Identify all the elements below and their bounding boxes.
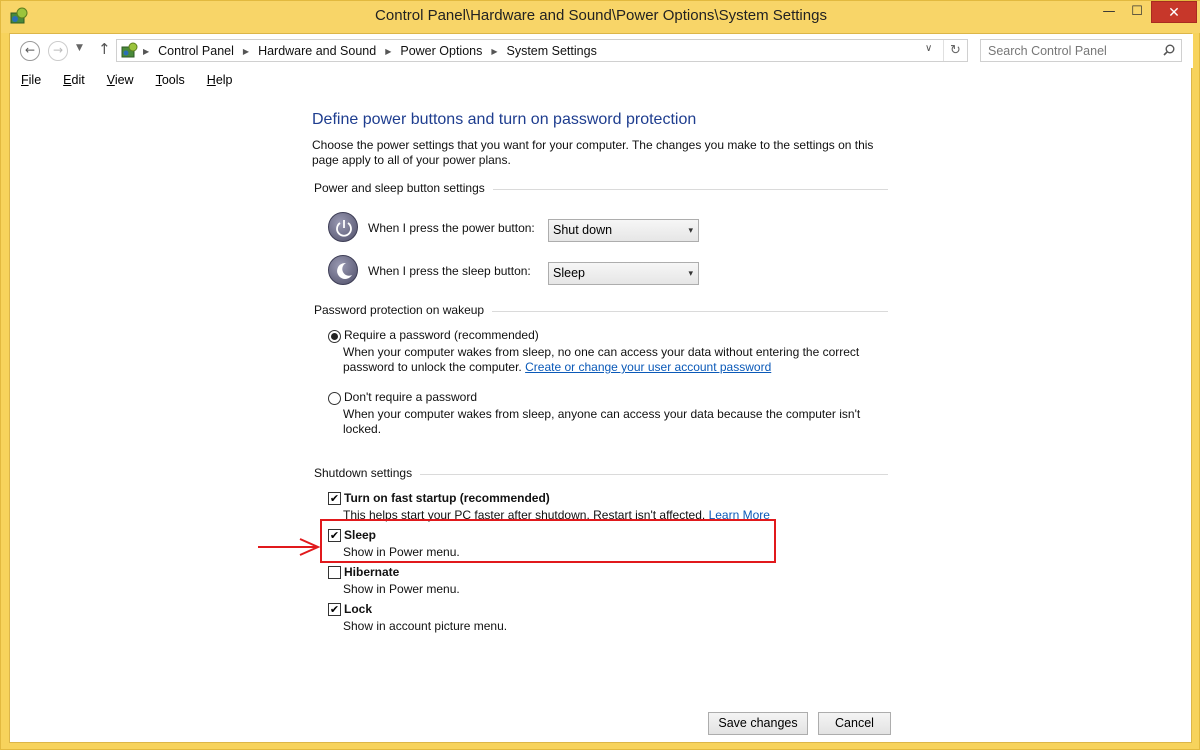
fast-startup-checkbox[interactable]: ✔ — [328, 492, 341, 505]
chevron-down-icon: ▾ — [688, 268, 693, 278]
breadcrumb-control-panel[interactable]: Control Panel — [158, 44, 234, 58]
navigation-bar: ← → ▼ ↑ ▶ Control Panel ▶ Hardware and S… — [10, 34, 1193, 68]
menu-tools[interactable]: Tools — [145, 70, 196, 92]
power-button-label: When I press the power button: — [368, 221, 535, 235]
require-password-desc-prefix: password to unlock the computer. — [343, 360, 526, 374]
require-password-label[interactable]: Require a password (recommended) — [344, 328, 539, 342]
power-symbol-icon — [336, 220, 352, 237]
annotation-arrow-icon — [258, 538, 321, 556]
forward-button[interactable]: → — [48, 41, 68, 61]
chevron-down-icon: ▾ — [688, 225, 693, 235]
window-frame: Control Panel\Hardware and Sound\Power O… — [0, 0, 1200, 750]
minimize-button[interactable]: — — [1095, 1, 1123, 23]
section-password: Password protection on wakeup — [314, 303, 888, 319]
breadcrumb-hardware-and-sound[interactable]: Hardware and Sound — [258, 44, 376, 58]
main-content: Define power buttons and turn on passwor… — [10, 92, 1193, 744]
dont-require-password-radio[interactable] — [328, 392, 341, 405]
require-password-radio[interactable] — [328, 330, 341, 343]
change-password-link[interactable]: Create or change your user account passw… — [525, 360, 771, 374]
chevron-right-icon[interactable]: ▶ — [491, 47, 497, 56]
menu-edit-mnemonic: E — [63, 73, 72, 87]
close-button[interactable]: ✕ — [1151, 1, 1197, 23]
menu-help-mnemonic: H — [206, 73, 216, 87]
menu-file-mnemonic: F — [21, 73, 29, 87]
menu-tools-label: ools — [161, 73, 185, 87]
save-changes-button[interactable]: Save changes — [708, 712, 808, 735]
menu-edit[interactable]: Edit — [52, 70, 96, 92]
hibernate-checkbox[interactable] — [328, 566, 341, 579]
menu-file-label: ile — [28, 73, 42, 87]
section-power-buttons: Power and sleep button settings — [314, 181, 888, 197]
lock-checkbox[interactable]: ✔ — [328, 603, 341, 616]
section-heading: Shutdown settings — [314, 466, 421, 480]
hibernate-option-description: Show in Power menu. — [343, 582, 460, 596]
highlight-annotation-box — [320, 519, 776, 563]
menu-bar: File Edit View Tools Help — [10, 70, 1193, 92]
dont-require-password-description: When your computer wakes from sleep, any… — [343, 407, 861, 436]
breadcrumb-power-options[interactable]: Power Options — [400, 44, 482, 58]
sleep-button-select[interactable]: Sleep ▾ — [548, 262, 699, 285]
search-input[interactable]: Search Control Panel — [980, 39, 1182, 62]
chevron-right-icon[interactable]: ▶ — [143, 47, 149, 56]
search-icon[interactable] — [1163, 44, 1175, 56]
cancel-button[interactable]: Cancel — [818, 712, 891, 735]
menu-help[interactable]: Help — [196, 70, 244, 92]
client-area: ← → ▼ ↑ ▶ Control Panel ▶ Hardware and S… — [9, 33, 1193, 744]
up-button[interactable]: ↑ — [98, 40, 111, 58]
hibernate-option-label[interactable]: Hibernate — [344, 565, 399, 579]
require-password-desc-line: When your computer wakes from sleep, no … — [343, 345, 860, 359]
sleep-button-label: When I press the sleep button: — [368, 264, 531, 278]
sleep-button-value: Sleep — [553, 266, 585, 280]
menu-file[interactable]: File — [10, 70, 52, 92]
lock-option-label[interactable]: Lock — [344, 602, 372, 616]
chevron-right-icon[interactable]: ▶ — [385, 47, 391, 56]
refresh-button[interactable]: ↻ — [943, 40, 967, 61]
menu-view-label: iew — [114, 73, 134, 87]
menu-view[interactable]: View — [96, 70, 145, 92]
window-title: Control Panel\Hardware and Sound\Power O… — [375, 7, 827, 24]
moon-icon — [337, 262, 352, 279]
page-description: Choose the power settings that you want … — [312, 138, 874, 167]
address-dropdown-button[interactable]: ∨ — [925, 43, 932, 54]
power-button-value: Shut down — [553, 223, 613, 237]
address-bar[interactable]: ▶ Control Panel ▶ Hardware and Sound ▶ P… — [116, 39, 968, 62]
section-shutdown: Shutdown settings — [314, 466, 888, 482]
maximize-button[interactable]: ☐ — [1123, 1, 1151, 23]
breadcrumb-system-settings[interactable]: System Settings — [507, 44, 597, 58]
menu-view-mnemonic: V — [106, 73, 115, 87]
section-heading: Password protection on wakeup — [314, 303, 493, 317]
menu-help-label: elp — [215, 73, 233, 87]
search-placeholder: Search Control Panel — [988, 44, 1107, 58]
sleep-button-icon — [328, 255, 358, 285]
require-password-description: When your computer wakes from sleep, no … — [343, 345, 873, 375]
power-button-select[interactable]: Shut down ▾ — [548, 219, 699, 242]
recent-locations-button[interactable]: ▼ — [76, 43, 83, 53]
menu-edit-label: dit — [71, 73, 85, 87]
dont-require-password-label[interactable]: Don't require a password — [344, 390, 477, 404]
breadcrumb: ▶ Control Panel ▶ Hardware and Sound ▶ P… — [143, 44, 597, 58]
chevron-right-icon[interactable]: ▶ — [243, 47, 249, 56]
page-title: Define power buttons and turn on passwor… — [312, 111, 697, 128]
control-panel-icon — [121, 42, 138, 58]
fast-startup-label[interactable]: Turn on fast startup (recommended) — [344, 491, 550, 505]
require-password-desc-line2: password to unlock the computer. Create … — [343, 360, 873, 375]
back-button[interactable]: ← — [20, 41, 40, 61]
lock-option-description: Show in account picture menu. — [343, 619, 508, 633]
power-button-icon — [328, 212, 358, 242]
section-heading: Power and sleep button settings — [314, 181, 493, 195]
title-bar[interactable]: Control Panel\Hardware and Sound\Power O… — [1, 1, 1200, 33]
